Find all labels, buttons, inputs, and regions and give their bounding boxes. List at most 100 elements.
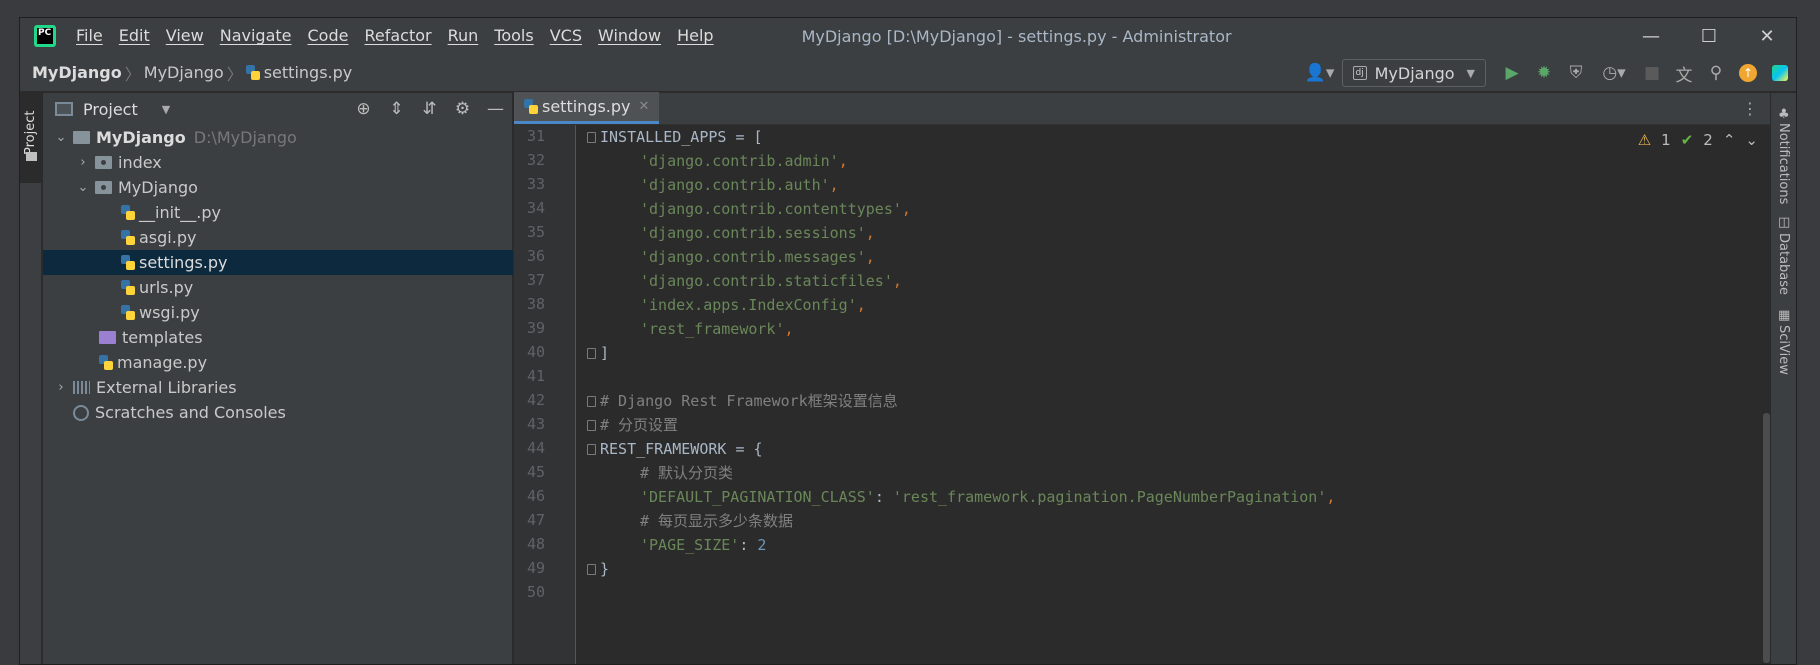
project-panel: Project ▼ ⊕ ⇕ ⇵ ⚙ — ⌄ MyDjango D:\MyDjan… (43, 93, 513, 664)
tree-item-index[interactable]: › index (43, 150, 513, 175)
chevron-down-icon[interactable]: ⌄ (53, 130, 69, 145)
tree-item-scratches[interactable]: Scratches and Consoles (43, 400, 513, 425)
menu-vcs[interactable]: VCS (542, 18, 590, 54)
code-string: 'PAGE_SIZE' (640, 536, 740, 554)
update-icon[interactable]: ↑ (1732, 54, 1764, 92)
code-string: 'django.contrib.staticfiles' (640, 272, 893, 290)
tree-item-label: asgi.py (139, 228, 197, 247)
search-icon[interactable]: ⚲ (1700, 54, 1732, 92)
project-panel-title[interactable]: Project (83, 100, 138, 119)
menu-tools[interactable]: Tools (486, 18, 541, 54)
profile-icon[interactable]: ◷▾ (1592, 54, 1636, 92)
chevron-down-icon[interactable]: ▼ (162, 103, 170, 116)
project-tool-tab[interactable]: Project (20, 93, 42, 183)
logo-text: PC (38, 28, 52, 38)
code-string: 'django.contrib.contenttypes' (640, 200, 902, 218)
line-number: 38 (526, 295, 545, 313)
fold-marker-icon[interactable] (587, 348, 596, 359)
notifications-tab[interactable]: Notifications (1776, 123, 1791, 204)
window-controls: — ☐ ✕ (1622, 18, 1796, 54)
fold-marker-icon[interactable] (587, 444, 596, 455)
fold-marker-icon[interactable] (587, 420, 596, 431)
chevron-down-icon[interactable]: ⌄ (75, 180, 91, 195)
close-icon[interactable]: ✕ (1738, 18, 1796, 54)
tree-item-external-libraries[interactable]: › External Libraries (43, 375, 513, 400)
code-punct: , (901, 200, 911, 218)
python-file-icon (121, 304, 135, 321)
code-line: 'django.contrib.contenttypes', (640, 197, 911, 221)
hide-icon[interactable]: — (479, 99, 512, 119)
folder-icon (26, 152, 37, 161)
tree-item-urls-py[interactable]: urls.py (43, 275, 513, 300)
editor-scrollbar[interactable] (1763, 413, 1770, 663)
code-comment: # 默认分页类 (640, 464, 734, 482)
tree-item-label: wsgi.py (139, 303, 200, 322)
database-tab[interactable]: Database (1776, 233, 1791, 295)
tree-item-label: templates (122, 328, 203, 347)
inspection-widget[interactable]: ⚠ 1 ✔ 2 ⌃ ⌄ (1638, 131, 1758, 149)
package-folder-icon (95, 181, 112, 194)
menu-file[interactable]: File (68, 18, 111, 54)
chevron-right-icon[interactable]: › (53, 380, 69, 395)
python-file-icon (121, 279, 135, 296)
coverage-icon[interactable]: ⛨ (1560, 54, 1592, 92)
code-line: # 分页设置 (600, 413, 678, 437)
fold-marker-icon[interactable] (587, 396, 596, 407)
fold-marker-icon[interactable] (587, 564, 596, 575)
template-folder-icon (99, 331, 116, 344)
tree-item-mydjango-root[interactable]: ⌄ MyDjango D:\MyDjango (43, 125, 513, 150)
code-line: INSTALLED_APPS = [ (600, 125, 763, 149)
menu-edit[interactable]: Edit (111, 18, 158, 54)
collapse-all-icon[interactable]: ⇵ (413, 99, 446, 119)
run-config-selector[interactable]: dj MyDjango ▼ (1341, 59, 1486, 87)
tab-settings-py[interactable]: settings.py ✕ (514, 92, 660, 124)
code-line: 'PAGE_SIZE': 2 (640, 533, 766, 557)
database-icon: ◫ (1778, 215, 1791, 230)
maximize-icon[interactable]: ☐ (1680, 18, 1738, 54)
plugin-icon[interactable] (1764, 54, 1796, 92)
code-comment: # Django Rest Framework框架设置信息 (600, 392, 898, 410)
stop-icon[interactable]: ■ (1636, 54, 1668, 92)
tree-item-label: Scratches and Consoles (95, 403, 286, 422)
package-folder-icon (95, 156, 112, 169)
tree-item-asgi-py[interactable]: asgi.py (43, 225, 513, 250)
menu-navigate[interactable]: Navigate (212, 18, 300, 54)
menu-window[interactable]: Window (590, 18, 669, 54)
breadcrumb-project[interactable]: MyDjango (32, 63, 122, 82)
code-comment: # 每页显示多少条数据 (640, 512, 794, 530)
line-number: 35 (526, 223, 545, 241)
close-tab-icon[interactable]: ✕ (639, 99, 650, 114)
line-number: 39 (526, 319, 545, 337)
locate-icon[interactable]: ⊕ (347, 99, 380, 119)
menu-run[interactable]: Run (440, 18, 487, 54)
minimize-icon[interactable]: — (1622, 18, 1680, 54)
menu-refactor[interactable]: Refactor (356, 18, 439, 54)
breadcrumb-file[interactable]: settings.py (264, 63, 353, 82)
debug-icon[interactable]: ✹ (1528, 54, 1560, 92)
tree-item-settings-py[interactable]: settings.py (43, 250, 513, 275)
tree-item-init-py[interactable]: __init__.py (43, 200, 513, 225)
tree-item-mydjango-package[interactable]: ⌄ MyDjango (43, 175, 513, 200)
code-line: 'index.apps.IndexConfig', (640, 293, 866, 317)
more-vertical-icon[interactable]: ⋮ (1742, 99, 1758, 118)
tree-item-templates[interactable]: templates (43, 325, 513, 350)
breadcrumb-folder[interactable]: MyDjango (144, 63, 224, 82)
chevron-right-icon[interactable]: › (75, 155, 91, 170)
expand-all-icon[interactable]: ⇕ (380, 99, 413, 119)
next-highlight-icon[interactable]: ⌄ (1745, 131, 1758, 149)
tree-item-label: MyDjango (118, 178, 198, 197)
menu-view[interactable]: View (158, 18, 212, 54)
tree-item-wsgi-py[interactable]: wsgi.py (43, 300, 513, 325)
sciview-tab[interactable]: SciView (1776, 325, 1791, 375)
user-icon[interactable]: 👤▾ (1298, 54, 1342, 92)
gear-icon[interactable]: ⚙ (446, 99, 479, 119)
code-punct: , (856, 296, 866, 314)
previous-highlight-icon[interactable]: ⌃ (1723, 131, 1736, 149)
tree-item-manage-py[interactable]: manage.py (43, 350, 513, 375)
menu-code[interactable]: Code (300, 18, 357, 54)
translate-icon[interactable]: 文 (1668, 54, 1700, 92)
fold-marker-icon[interactable] (587, 132, 596, 143)
pycharm-logo-icon[interactable]: PC (34, 25, 56, 47)
menu-help[interactable]: Help (669, 18, 721, 54)
run-icon[interactable]: ▶ (1496, 54, 1528, 92)
